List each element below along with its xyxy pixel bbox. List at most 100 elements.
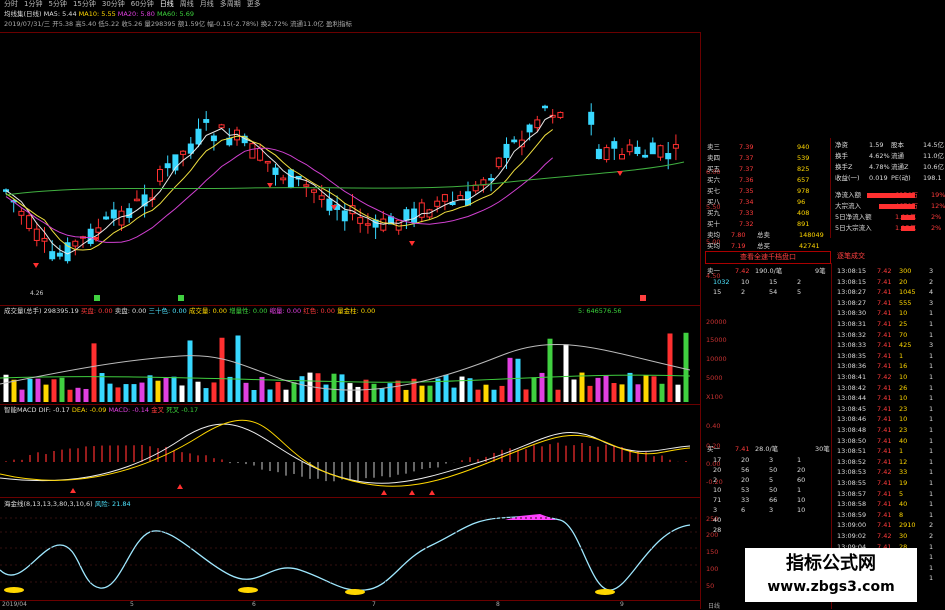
macd-dif-line xyxy=(0,423,691,484)
trade-volume: 30 xyxy=(899,532,908,540)
volume-bar xyxy=(307,372,313,402)
trade-count: 2 xyxy=(929,521,934,530)
order-price: 7.33 xyxy=(739,209,754,217)
avg-price: 7.19 xyxy=(731,242,746,250)
trade-count: 1 xyxy=(929,426,934,434)
trade-volume: 70 xyxy=(899,330,908,339)
queue-cell: 6 xyxy=(741,506,746,514)
trade-volume: 10 xyxy=(899,394,908,403)
trade-volume: 33 xyxy=(899,468,908,477)
trade-count: 1 xyxy=(929,330,934,339)
trade-volume: 25 xyxy=(899,320,908,328)
volume-bar xyxy=(91,343,97,402)
order-volume: 940 xyxy=(797,143,810,151)
candle-body xyxy=(657,145,664,158)
flow-key: 大宗流入 xyxy=(835,202,861,210)
volume-bar xyxy=(587,385,593,402)
volume-bar xyxy=(139,382,145,402)
candle-body xyxy=(195,128,202,145)
trade-price: 7.41 xyxy=(877,351,892,360)
date-tick: 9 xyxy=(620,601,624,608)
candle-body xyxy=(403,209,410,221)
volume-bar xyxy=(571,379,577,402)
trade-price: 7.41 xyxy=(877,447,892,456)
macd-info: 智能MACD DIF: -0.17 DEA: -0.09 MACD: -0.14… xyxy=(4,406,198,415)
volume-bar xyxy=(427,385,433,402)
stat-value: 1.59 xyxy=(869,141,884,149)
candle-body xyxy=(49,251,56,260)
trade-price: 7.42 xyxy=(877,373,892,381)
trade-price: 7.41 xyxy=(877,479,892,487)
queue-cell: 3 xyxy=(769,456,774,464)
candle-body xyxy=(434,200,441,207)
trade-time: 13:08:48 xyxy=(837,426,867,434)
trade-count: 1 xyxy=(929,553,934,562)
queue-cell: 71 xyxy=(713,496,722,504)
macd-signal-marker xyxy=(429,490,435,495)
flow-bar xyxy=(901,215,915,220)
vol-label: 成交量(总手) xyxy=(4,307,42,315)
trade-count: 3 xyxy=(929,341,934,350)
queue-cell: 50 xyxy=(769,486,778,494)
order-price: 7.34 xyxy=(739,198,754,206)
trade-price: 7.41 xyxy=(877,362,892,371)
candle-body xyxy=(619,154,625,160)
order-level: 买八 xyxy=(707,198,720,206)
queue-cell: 10 xyxy=(741,278,750,286)
candle-body xyxy=(287,169,294,189)
volume-bar xyxy=(267,389,273,402)
stat-key: 流通Z xyxy=(891,163,909,171)
trade-price: 7.41 xyxy=(877,383,892,392)
trade-volume: 20 xyxy=(899,277,908,286)
vol-value: 298395.19 xyxy=(43,307,79,315)
signal-flag xyxy=(94,295,100,301)
macd-signal-marker xyxy=(70,488,76,493)
trade-volume: 1 xyxy=(899,447,904,456)
queue-cell: 17 xyxy=(713,456,722,464)
order-volume: 657 xyxy=(797,176,810,184)
candle-body xyxy=(311,189,317,193)
volume-bar xyxy=(67,389,73,402)
vol-item: 成交量: 0.00 xyxy=(188,307,228,315)
vol-item: 买盘: 0.00 xyxy=(80,307,113,315)
trade-volume: 19 xyxy=(899,479,908,487)
volume-bar xyxy=(395,380,401,402)
buy1-count: 30笔 xyxy=(815,445,830,453)
flow-bar xyxy=(879,204,915,209)
volume-bar xyxy=(11,379,17,402)
trade-volume: 2910 xyxy=(899,521,916,530)
trade-volume: 23 xyxy=(899,404,908,413)
volume-bar xyxy=(555,389,561,402)
candle-body xyxy=(272,167,279,175)
volume-bar xyxy=(99,373,105,402)
trade-count: 1 xyxy=(929,309,934,318)
volume-bar xyxy=(163,377,169,402)
candle-body xyxy=(303,184,310,187)
trade-price: 7.41 xyxy=(877,341,892,350)
volume-bar xyxy=(171,376,177,402)
queue-cell: 1 xyxy=(797,486,802,494)
trade-time: 13:08:32 xyxy=(837,330,867,339)
volume-bar xyxy=(3,374,9,402)
volume-bar xyxy=(195,381,201,402)
queue-cell: 1032 xyxy=(713,278,730,286)
volume-bar xyxy=(259,376,265,402)
volume-bar xyxy=(627,372,633,402)
candle-body xyxy=(526,124,533,133)
candle-body xyxy=(103,216,110,220)
macd-label: 智能MACD xyxy=(4,406,37,414)
volume-bar xyxy=(203,388,209,402)
trades-title[interactable]: 逐笔成交 xyxy=(837,251,865,261)
vol-item: 卖盘: 0.00 xyxy=(114,307,147,315)
candle-body xyxy=(649,142,656,155)
volume-bar xyxy=(235,335,241,402)
candle-body xyxy=(603,147,610,161)
view-depth-button[interactable]: 查看全速千档盘口 xyxy=(705,251,831,264)
sell1-vol: 190.0/笔 xyxy=(755,267,783,275)
candle-body xyxy=(187,143,194,154)
stat-value: 14.5亿 xyxy=(923,141,944,149)
queue-cell: 15 xyxy=(769,278,778,286)
buy-signal-marker xyxy=(617,171,623,176)
order-price: 7.35 xyxy=(739,187,754,195)
trade-count: 1 xyxy=(929,351,934,360)
